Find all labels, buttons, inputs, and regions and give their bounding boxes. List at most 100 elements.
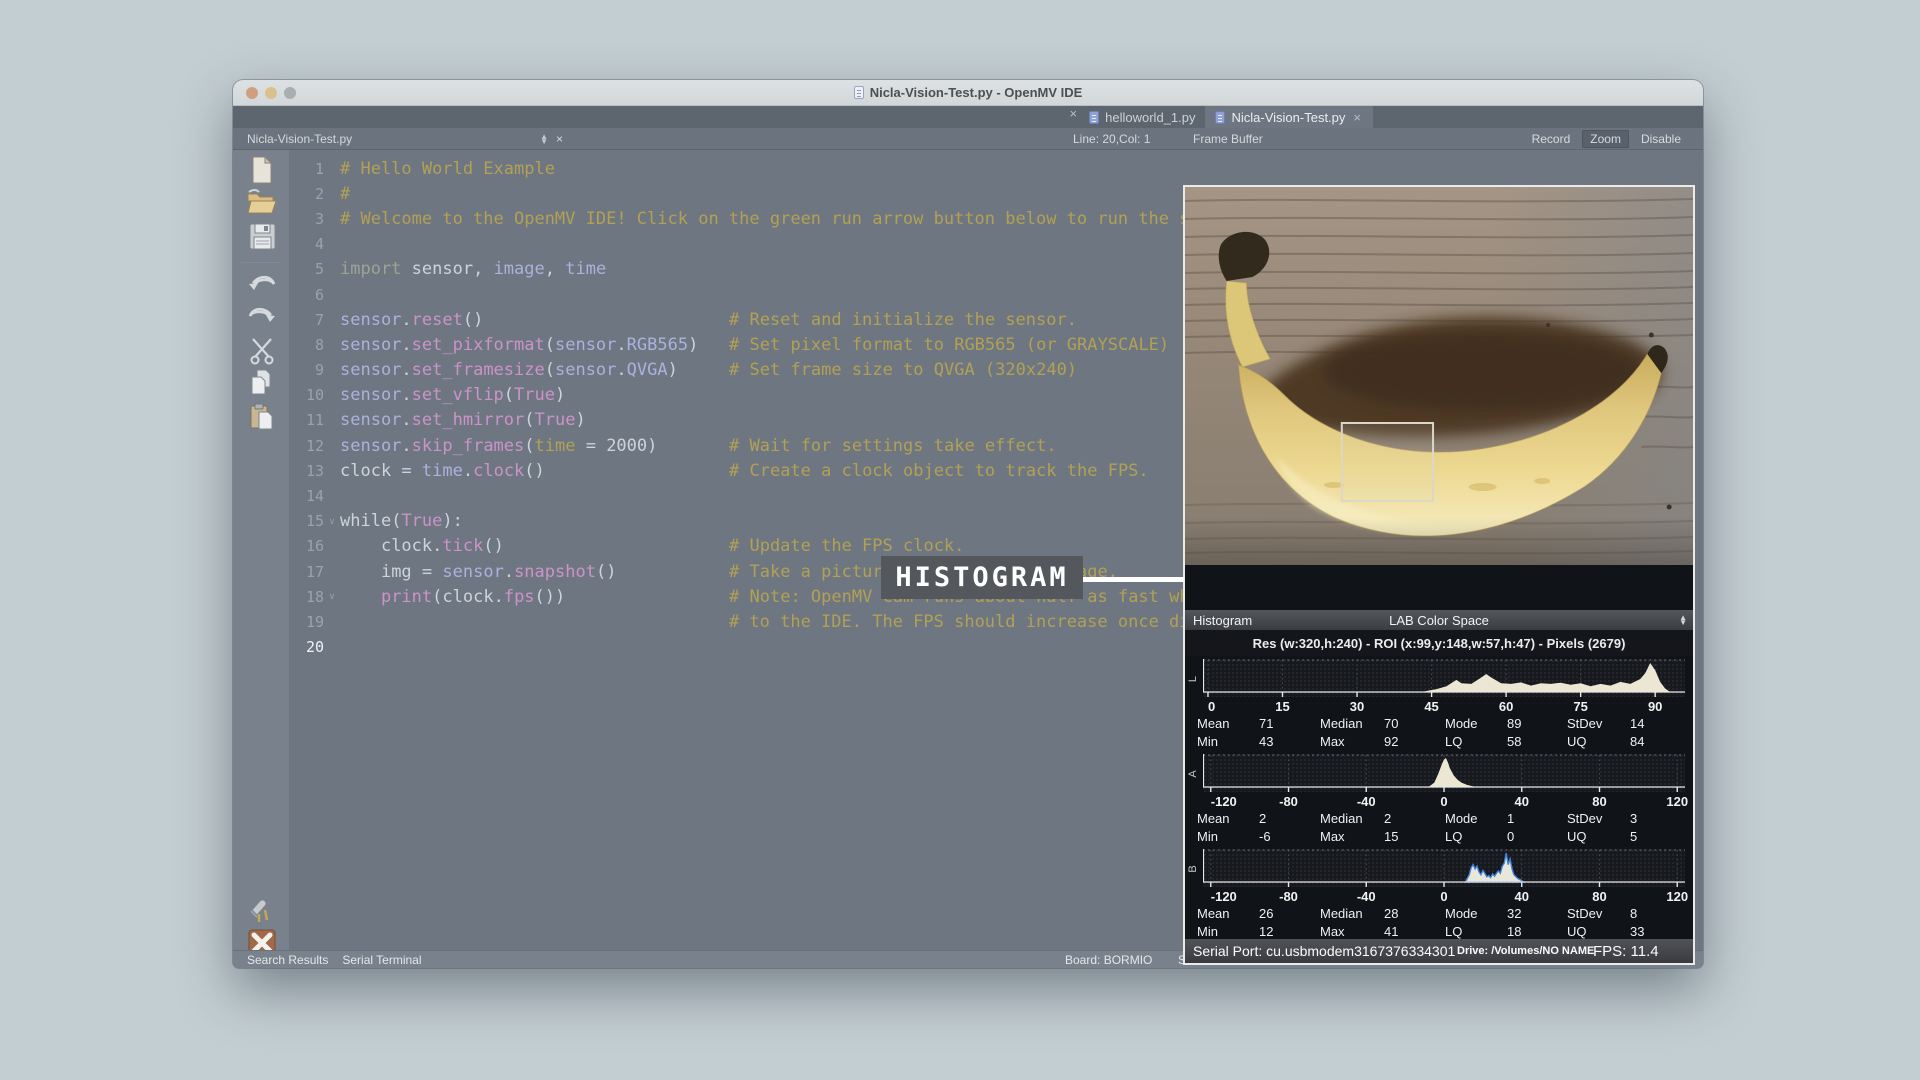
disable-button[interactable]: Disable bbox=[1633, 130, 1689, 148]
stat-value: 33 bbox=[1630, 924, 1644, 939]
axis-tick-label: 60 bbox=[1499, 699, 1513, 714]
code-line: sensor.set_framesize(sensor.QVGA) # Set … bbox=[340, 360, 1077, 380]
openmv-ide-window: Nicla-Vision-Test.py - OpenMV IDE × hell… bbox=[233, 80, 1703, 968]
copy-icon bbox=[249, 369, 275, 397]
fold-chevron-icon[interactable]: ∨ bbox=[324, 591, 340, 602]
zoom-window-button[interactable] bbox=[284, 87, 296, 99]
banana-image bbox=[1185, 187, 1693, 565]
code-line: # bbox=[340, 184, 350, 204]
stat-value: 0 bbox=[1507, 829, 1514, 844]
record-button[interactable]: Record bbox=[1524, 130, 1579, 148]
tab-close-icon[interactable]: × bbox=[1351, 110, 1363, 125]
line-number: 11 bbox=[290, 411, 324, 429]
stat-value: 26 bbox=[1259, 906, 1273, 921]
stat-value: 12 bbox=[1259, 924, 1273, 939]
line-number: 3 bbox=[290, 210, 324, 228]
axis-tick-label: -80 bbox=[1279, 794, 1298, 809]
undo-button[interactable] bbox=[246, 270, 278, 300]
tab-close-icon[interactable]: × bbox=[1068, 106, 1080, 128]
tab-helloworld[interactable]: helloworld_1.py bbox=[1079, 106, 1205, 128]
stat-label: Median bbox=[1320, 716, 1363, 731]
close-window-button[interactable] bbox=[246, 87, 258, 99]
histogram-panel-gap bbox=[1185, 565, 1693, 610]
frame-buffer-image[interactable] bbox=[1185, 187, 1693, 565]
code-line: while(True): bbox=[340, 511, 463, 531]
stat-value: 15 bbox=[1384, 829, 1398, 844]
serial-terminal-button[interactable]: Serial Terminal bbox=[342, 953, 421, 967]
line-number: 17 bbox=[290, 563, 324, 581]
code-line: clock.tick() # Update the FPS clock. bbox=[340, 536, 964, 556]
stat-label: Mode bbox=[1445, 906, 1478, 921]
code-line: sensor.set_vflip(True) bbox=[340, 385, 565, 405]
code-line: clock = time.clock() # Create a clock ob… bbox=[340, 461, 1149, 481]
open-file-button[interactable] bbox=[246, 187, 278, 217]
stat-value: 70 bbox=[1384, 716, 1398, 731]
histogram-channels: L0153045607590Mean71Median70Mode89StDev1… bbox=[1185, 656, 1693, 943]
open-document-selector[interactable]: Nicla-Vision-Test.py ▲▼ × bbox=[233, 132, 563, 146]
axis-tick-label: 40 bbox=[1515, 889, 1529, 904]
connect-button[interactable] bbox=[246, 896, 278, 926]
histogram-channel-A: A-120-80-4004080120Mean2Median2Mode1StDe… bbox=[1185, 751, 1693, 846]
redo-button[interactable] bbox=[246, 302, 278, 332]
scissors-icon bbox=[249, 337, 275, 365]
line-number: 18 bbox=[290, 588, 324, 606]
code-line: sensor.set_pixformat(sensor.RGB565) # Se… bbox=[340, 335, 1169, 355]
axis-tick-label: 120 bbox=[1666, 794, 1688, 809]
axis-tick-label: 80 bbox=[1592, 889, 1606, 904]
stat-label: UQ bbox=[1567, 829, 1587, 844]
line-number: 6 bbox=[290, 286, 324, 304]
serial-port-label: Serial Port: cu.usbmodem3167376334301 bbox=[1193, 943, 1455, 959]
axis-tick-label: -120 bbox=[1211, 794, 1237, 809]
stat-label: Max bbox=[1320, 734, 1345, 749]
dropdown-arrows-icon[interactable]: ▲▼ bbox=[1679, 615, 1687, 625]
cut-button[interactable] bbox=[246, 336, 278, 366]
line-col-indicator: Line: 20,Col: 1 bbox=[1073, 132, 1150, 146]
stats-row: Mean2Median2Mode1StDev3 bbox=[1185, 811, 1693, 831]
code-line: # Hello World Example bbox=[340, 159, 555, 179]
stat-value: 2 bbox=[1259, 811, 1266, 826]
window-title: Nicla-Vision-Test.py - OpenMV IDE bbox=[854, 85, 1083, 100]
axis-tick-label: 90 bbox=[1648, 699, 1662, 714]
new-file-button[interactable] bbox=[246, 155, 278, 185]
document-spinner-icon[interactable]: ▲▼ bbox=[540, 134, 548, 144]
color-space-dropdown[interactable]: LAB Color Space bbox=[1185, 613, 1693, 628]
axis-tick-label: -40 bbox=[1357, 794, 1376, 809]
code-line: # Welcome to the OpenMV IDE! Click on th… bbox=[340, 209, 1251, 229]
axis-tick-label: -120 bbox=[1211, 889, 1237, 904]
copy-button[interactable] bbox=[246, 368, 278, 398]
paste-icon bbox=[249, 403, 275, 431]
stat-value: -6 bbox=[1259, 829, 1271, 844]
stat-label: Min bbox=[1197, 829, 1218, 844]
stat-label: Min bbox=[1197, 924, 1218, 939]
zoom-button[interactable]: Zoom bbox=[1582, 130, 1629, 148]
code-row[interactable]: 1# Hello World Example bbox=[290, 156, 1703, 181]
document-icon bbox=[1089, 111, 1099, 124]
minimize-window-button[interactable] bbox=[265, 87, 277, 99]
code-line: sensor.reset() # Reset and initialize th… bbox=[340, 310, 1077, 330]
axis-tick-label: 0 bbox=[1208, 699, 1215, 714]
line-number: 20 bbox=[290, 638, 324, 656]
stats-row: Mean71Median70Mode89StDev14 bbox=[1185, 716, 1693, 736]
line-number: 2 bbox=[290, 185, 324, 203]
histogram-annotation-label: HISTOGRAM bbox=[881, 556, 1083, 599]
axis-labels: -120-80-4004080120 bbox=[1203, 794, 1685, 809]
search-results-button[interactable]: Search Results bbox=[247, 953, 328, 967]
paste-button[interactable] bbox=[246, 402, 278, 432]
stat-label: StDev bbox=[1567, 906, 1602, 921]
histogram-plot-B bbox=[1203, 849, 1685, 887]
selected-document-label: Nicla-Vision-Test.py bbox=[247, 132, 532, 146]
close-document-icon[interactable]: × bbox=[556, 132, 563, 146]
code-line: import sensor, image, time bbox=[340, 259, 606, 279]
axis-tick-label: 0 bbox=[1440, 889, 1447, 904]
tab-nicla-vision-test[interactable]: Nicla-Vision-Test.py × bbox=[1205, 106, 1373, 128]
save-button[interactable] bbox=[246, 221, 278, 251]
line-number: 10 bbox=[290, 386, 324, 404]
histogram-plot-A bbox=[1203, 754, 1685, 792]
stat-label: LQ bbox=[1445, 924, 1462, 939]
fold-chevron-icon[interactable]: ∨ bbox=[324, 516, 340, 527]
roi-rectangle[interactable] bbox=[1342, 423, 1433, 501]
line-number: 13 bbox=[290, 462, 324, 480]
document-icon bbox=[1215, 111, 1225, 124]
stats-row: Mean26Median28Mode32StDev8 bbox=[1185, 906, 1693, 926]
line-number: 7 bbox=[290, 311, 324, 329]
